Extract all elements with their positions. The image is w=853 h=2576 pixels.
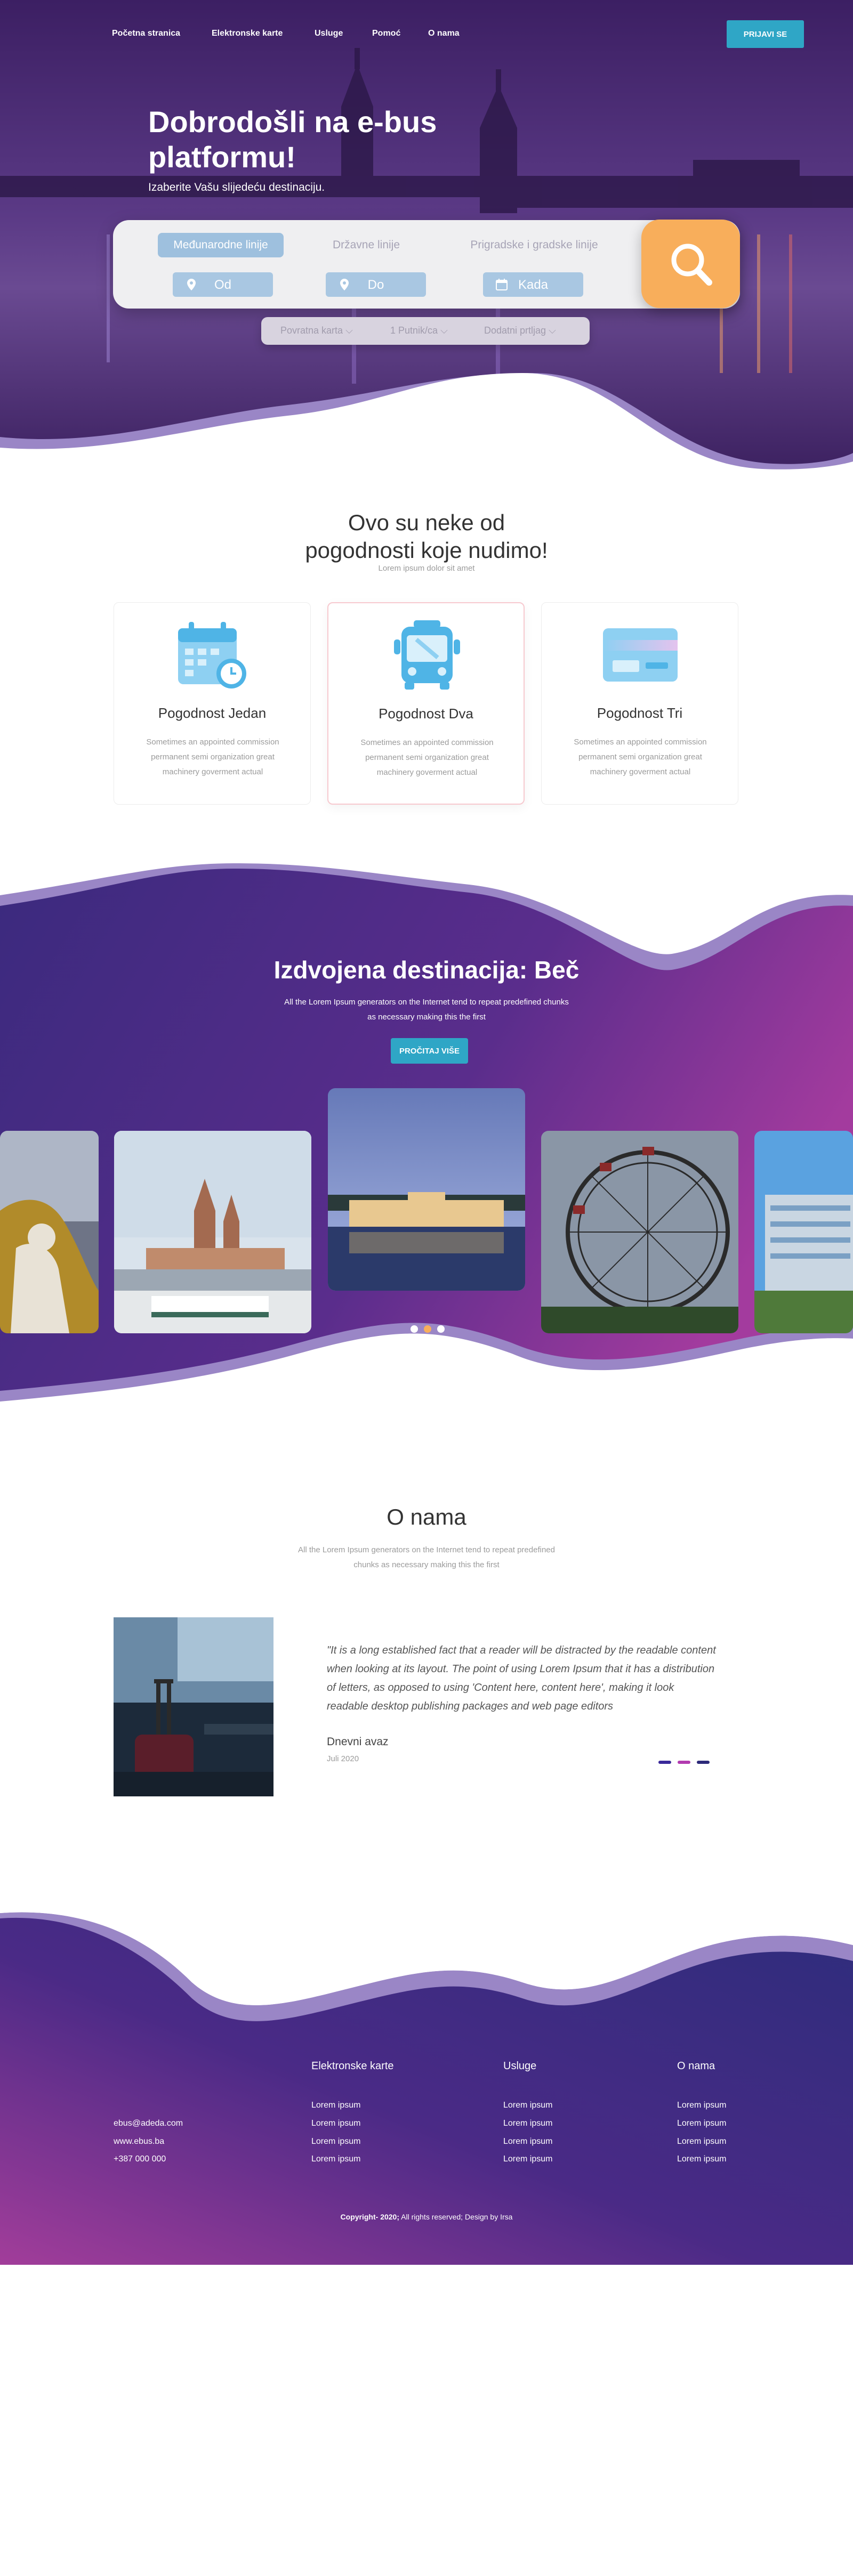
copyright: Copyright- 2020; All rights reserved; De…: [0, 2213, 853, 2221]
luggage-image: [114, 1617, 273, 1796]
search-button[interactable]: [641, 220, 740, 308]
footer-col-title: Usluge: [503, 2060, 537, 2072]
testimonial-source: Dnevni avaz: [327, 1736, 389, 1748]
from-field[interactable]: Od: [173, 272, 273, 297]
about-desc: All the Lorem Ipsum generators on the In…: [298, 1545, 555, 1569]
footer-link[interactable]: Lorem ipsum: [503, 2137, 552, 2146]
footer-website[interactable]: www.ebus.ba: [114, 2137, 164, 2146]
statue-image: [0, 1131, 99, 1333]
photo-statue[interactable]: [0, 1131, 99, 1333]
church-image: [114, 1131, 311, 1333]
calendar-clock-icon: [178, 622, 246, 688]
footer-link[interactable]: Lorem ipsum: [677, 2154, 726, 2164]
footer-link[interactable]: Lorem ipsum: [311, 2119, 360, 2128]
tab-international[interactable]: Međunarodne linije: [158, 233, 284, 257]
carousel-dot-active[interactable]: [424, 1325, 431, 1333]
passengers-label: 1 Putnik/ca: [390, 325, 438, 336]
palace-image: [328, 1088, 525, 1291]
date-field-label: Kada: [518, 278, 549, 292]
destination-title: Izdvojena destinacija: Beč: [273, 956, 580, 984]
feature-card-title: Pogodnost Jedan: [158, 705, 267, 721]
copyright-rest: All rights reserved; Design by Irsa: [399, 2213, 513, 2221]
date-field[interactable]: Kada: [483, 272, 583, 297]
nav-e-tickets[interactable]: Elektronske karte: [212, 29, 283, 38]
footer-link[interactable]: Lorem ipsum: [677, 2137, 726, 2146]
about-title: O nama: [387, 1504, 466, 1529]
bus-icon: [394, 620, 460, 690]
carousel-dots: [411, 1325, 445, 1333]
footer-col-title: Elektronske karte: [311, 2060, 394, 2072]
footer-link[interactable]: Lorem ipsum: [503, 2154, 552, 2164]
footer-email[interactable]: ebus@adeda.com: [114, 2119, 183, 2128]
footer-link[interactable]: Lorem ipsum: [311, 2137, 360, 2146]
ferris-wheel-image: [541, 1131, 738, 1333]
photo-church[interactable]: [114, 1131, 311, 1333]
about-image: [114, 1617, 273, 1796]
footer-phone[interactable]: +387 000 000: [114, 2154, 166, 2164]
copyright-bold: Copyright- 2020;: [340, 2213, 400, 2221]
top-navigation: Početna stranica Elektronske karte Uslug…: [0, 23, 853, 45]
trip-options-bar: Povratna karta ⌵ 1 Putnik/ca ⌵ Dodatni p…: [261, 317, 590, 345]
carousel-dot[interactable]: [411, 1325, 418, 1333]
testimonial-pager-dot[interactable]: [697, 1761, 710, 1764]
photo-palace[interactable]: [328, 1088, 525, 1291]
hero-subtitle: Izaberite Vašu slijedeću destinaciju.: [148, 181, 325, 193]
modern-building-image: [754, 1131, 853, 1333]
testimonial-quote: "It is a long established fact that a re…: [327, 1645, 716, 1712]
search-icon: [671, 244, 712, 286]
login-button[interactable]: PRIJAVI SE: [727, 20, 804, 48]
return-ticket-select[interactable]: Povratna karta ⌵: [280, 325, 353, 336]
nav-services[interactable]: Usluge: [315, 29, 343, 38]
feature-card-desc: Sometimes an appointed commission perman…: [360, 738, 494, 777]
to-field-label: Do: [367, 278, 384, 292]
feature-card-desc: Sometimes an appointed commission perman…: [146, 738, 279, 776]
nav-help[interactable]: Pomoć: [372, 29, 400, 38]
nav-home[interactable]: Početna stranica: [112, 29, 180, 38]
testimonial-pager-dot[interactable]: [658, 1761, 671, 1764]
photo-ferris-wheel[interactable]: [541, 1131, 738, 1333]
passengers-select[interactable]: 1 Putnik/ca ⌵: [390, 325, 448, 336]
chevron-down-icon: ⌵: [549, 325, 556, 336]
return-ticket-label: Povratna karta: [280, 325, 343, 336]
footer-link[interactable]: Lorem ipsum: [677, 2101, 726, 2110]
features-title: Ovo su neke od pogodnosti koje nudimo!: [305, 510, 548, 563]
credit-card-icon: [603, 628, 678, 682]
footer-link[interactable]: Lorem ipsum: [311, 2154, 360, 2164]
footer-col-title: O nama: [677, 2060, 715, 2072]
feature-card-two: Pogodnost Dva Sometimes an appointed com…: [327, 602, 525, 805]
tab-suburban[interactable]: Prigradske i gradske linije: [460, 233, 609, 257]
chevron-down-icon: ⌵: [440, 325, 448, 336]
read-more-button[interactable]: PROČITAJ VIŠE: [391, 1038, 468, 1064]
footer-link[interactable]: Lorem ipsum: [677, 2119, 726, 2128]
features-lead: Lorem ipsum dolor sit amet: [378, 564, 475, 573]
testimonial-date: Juli 2020: [327, 1754, 359, 1763]
hero-title: Dobrodošli na e-bus platformu!: [148, 105, 437, 174]
to-field[interactable]: Do: [326, 272, 426, 297]
tab-domestic[interactable]: Državne linije: [326, 233, 406, 257]
photo-modern-building[interactable]: [754, 1131, 853, 1333]
luggage-select[interactable]: Dodatni prtljag ⌵: [484, 325, 556, 336]
feature-card-title: Pogodnost Tri: [597, 705, 683, 721]
destination-desc: All the Lorem Ipsum generators on the In…: [284, 998, 569, 1022]
feature-card-title: Pogodnost Dva: [379, 706, 473, 722]
from-field-label: Od: [214, 278, 231, 292]
luggage-label: Dodatni prtljag: [484, 325, 546, 336]
footer-background: [0, 1897, 853, 2265]
carousel-dot[interactable]: [437, 1325, 445, 1333]
hero-section: Početna stranica Elektronske karte Uslug…: [0, 0, 853, 480]
feature-card-three: Pogodnost Tri Sometimes an appointed com…: [541, 602, 738, 805]
footer-link[interactable]: Lorem ipsum: [311, 2101, 360, 2110]
testimonial-pager-dot[interactable]: [678, 1761, 690, 1764]
footer-link[interactable]: Lorem ipsum: [503, 2119, 552, 2128]
footer-link[interactable]: Lorem ipsum: [503, 2101, 552, 2110]
nav-about[interactable]: O nama: [428, 29, 460, 38]
chevron-down-icon: ⌵: [345, 325, 353, 336]
feature-card-one: Pogodnost Jedan Sometimes an appointed c…: [114, 602, 311, 805]
feature-card-desc: Sometimes an appointed commission perman…: [574, 738, 707, 776]
